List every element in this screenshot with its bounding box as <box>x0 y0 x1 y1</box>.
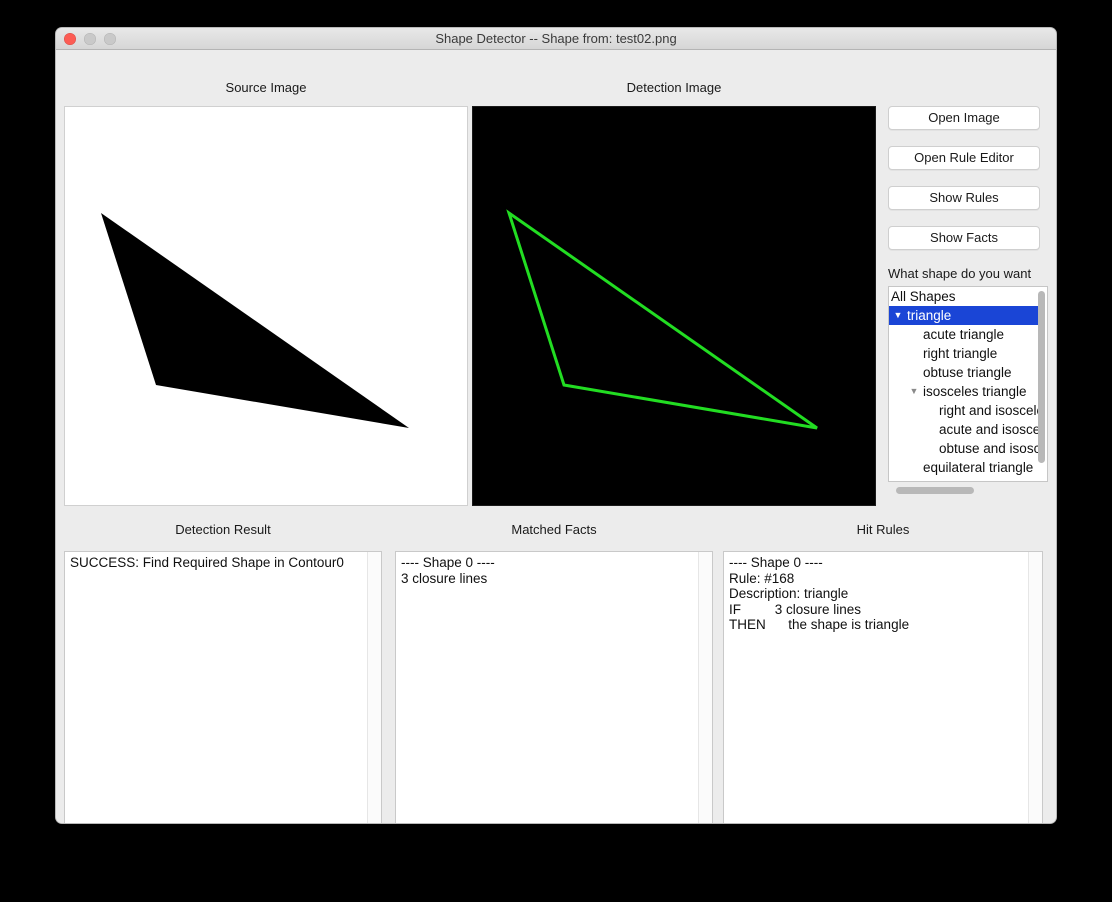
minimize-window-button[interactable] <box>84 33 96 45</box>
shape-tree-view[interactable]: ▼All Shapes▼triangleacute triangleright … <box>888 286 1048 482</box>
maximize-window-button[interactable] <box>104 33 116 45</box>
tree-item-label: obtuse and isosceles <box>939 441 1041 456</box>
show-rules-button[interactable]: Show Rules <box>888 186 1040 210</box>
tree-item-obtuse-and-isosceles[interactable]: obtuse and isosceles <box>889 439 1041 458</box>
close-window-button[interactable] <box>64 33 76 45</box>
detection-result-caption: Detection Result <box>175 522 271 537</box>
matched-facts-text: ---- Shape 0 ---- 3 closure lines <box>401 555 495 586</box>
detection-result-textarea[interactable]: SUCCESS: Find Required Shape in Contour0 <box>64 551 382 823</box>
tree-item-triangle[interactable]: ▼ triangle <box>889 306 1041 325</box>
tree-item-label: right triangle <box>923 346 998 361</box>
chevron-down-icon[interactable]: ▼ <box>888 287 889 306</box>
hit-rules-caption: Hit Rules <box>856 522 910 537</box>
chevron-down-icon[interactable]: ▼ <box>891 306 905 325</box>
application-window: Shape Detector -- Shape from: test02.png… <box>56 28 1056 823</box>
tree-item-All-Shapes[interactable]: ▼All Shapes <box>888 287 1041 306</box>
shape-tree-horizontal-scrollbar[interactable] <box>888 484 1048 497</box>
detection-triangle-outline <box>506 209 818 430</box>
source-image-canvas[interactable] <box>64 106 468 506</box>
hit-rules-group: Hit Rules ---- Shape 0 ---- Rule: #168 D… <box>723 522 1043 823</box>
tree-item-label: acute triangle <box>923 327 1005 342</box>
open-image-button[interactable]: Open Image <box>888 106 1040 130</box>
tree-item-isosceles-triangle[interactable]: ▼ isosceles triangle <box>889 382 1041 401</box>
shape-tree-rows: ▼All Shapes▼triangleacute triangleright … <box>888 287 1041 477</box>
hit-rules-text: ---- Shape 0 ---- Rule: #168 Description… <box>729 555 910 632</box>
shape-tree-prompt-label: What shape do you want <box>888 266 1032 281</box>
tree-item-acute-triangle[interactable]: acute triangle <box>889 325 1041 344</box>
shape-tree-horizontal-scroll-thumb[interactable] <box>896 487 974 494</box>
hit-rules-scrollbar[interactable] <box>1028 552 1042 823</box>
shape-tree-vertical-scroll-thumb[interactable] <box>1038 291 1045 463</box>
matched-facts-caption: Matched Facts <box>511 522 597 537</box>
window-controls <box>64 33 116 45</box>
detection-result-text: SUCCESS: Find Required Shape in Contour0 <box>70 555 344 570</box>
tree-item-label: acute and isosceles <box>939 422 1041 437</box>
tree-item-acute-and-isosceles[interactable]: acute and isosceles <box>889 420 1041 439</box>
show-facts-button[interactable]: Show Facts <box>888 226 1040 250</box>
tree-item-label: obtuse triangle <box>923 365 1012 380</box>
tree-item-label: triangle <box>907 308 952 323</box>
window-body: Source Image Detection Image Open Image … <box>56 50 1056 823</box>
chevron-down-icon[interactable]: ▼ <box>907 382 921 401</box>
matched-facts-textarea[interactable]: ---- Shape 0 ---- 3 closure lines <box>395 551 713 823</box>
tree-item-equilateral-triangle[interactable]: equilateral triangle <box>889 458 1041 477</box>
detection-result-group: Detection Result SUCCESS: Find Required … <box>64 522 382 823</box>
window-title: Shape Detector -- Shape from: test02.png <box>435 31 677 46</box>
tree-item-right-and-isosceles[interactable]: right and isosceles <box>889 401 1041 420</box>
detection-result-scrollbar[interactable] <box>367 552 381 823</box>
tree-item-label: equilateral triangle <box>923 460 1034 475</box>
source-image-caption: Source Image <box>225 80 307 95</box>
title-bar: Shape Detector -- Shape from: test02.png <box>56 28 1056 50</box>
tree-item-right-triangle[interactable]: right triangle <box>889 344 1041 363</box>
detection-image-caption: Detection Image <box>626 80 722 95</box>
open-rule-editor-button[interactable]: Open Rule Editor <box>888 146 1040 170</box>
tree-item-label: isosceles triangle <box>923 384 1027 399</box>
hit-rules-textarea[interactable]: ---- Shape 0 ---- Rule: #168 Description… <box>723 551 1043 823</box>
tree-item-obtuse-triangle[interactable]: obtuse triangle <box>889 363 1041 382</box>
tree-item-label: right and isosceles <box>939 403 1041 418</box>
source-shape-svg <box>101 213 409 428</box>
detection-image-canvas[interactable] <box>472 106 876 506</box>
detection-shape-svg <box>506 209 818 430</box>
matched-facts-scrollbar[interactable] <box>698 552 712 823</box>
source-triangle-shape <box>101 213 409 428</box>
control-column: Open Image Open Rule Editor Show Rules S… <box>888 106 1048 497</box>
shape-tree-vertical-scrollbar[interactable] <box>1037 289 1046 481</box>
tree-item-label: All Shapes <box>891 289 956 304</box>
matched-facts-group: Matched Facts ---- Shape 0 ---- 3 closur… <box>395 522 713 823</box>
